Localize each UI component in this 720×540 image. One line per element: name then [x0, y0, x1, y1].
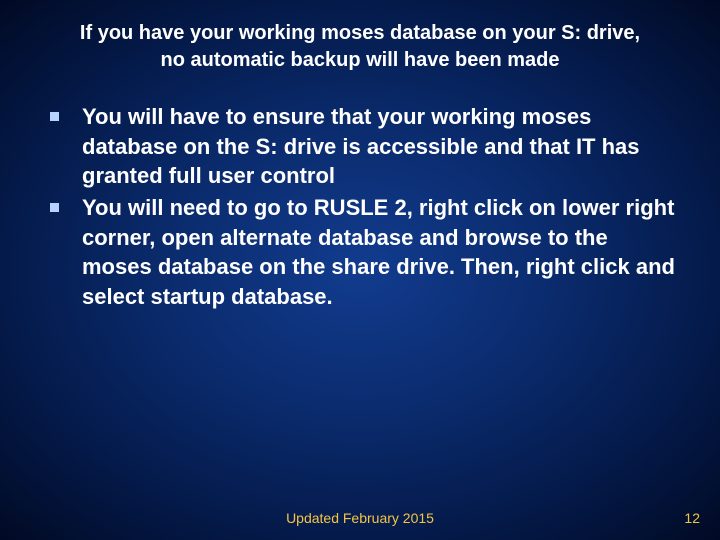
footer-date: Updated February 2015: [0, 510, 720, 526]
page-number: 12: [684, 510, 700, 526]
slide: If you have your working moses database …: [0, 0, 720, 540]
list-item: You will need to go to RUSLE 2, right cl…: [40, 193, 680, 312]
list-item: You will have to ensure that your workin…: [40, 102, 680, 191]
bullet-text: You will need to go to RUSLE 2, right cl…: [82, 195, 675, 309]
bullet-list: You will have to ensure that your workin…: [40, 102, 680, 312]
bullet-text: You will have to ensure that your workin…: [82, 104, 640, 188]
title-text: If you have your working moses database …: [80, 22, 640, 71]
slide-content: You will have to ensure that your workin…: [30, 102, 690, 312]
slide-title: If you have your working moses database …: [30, 20, 690, 74]
